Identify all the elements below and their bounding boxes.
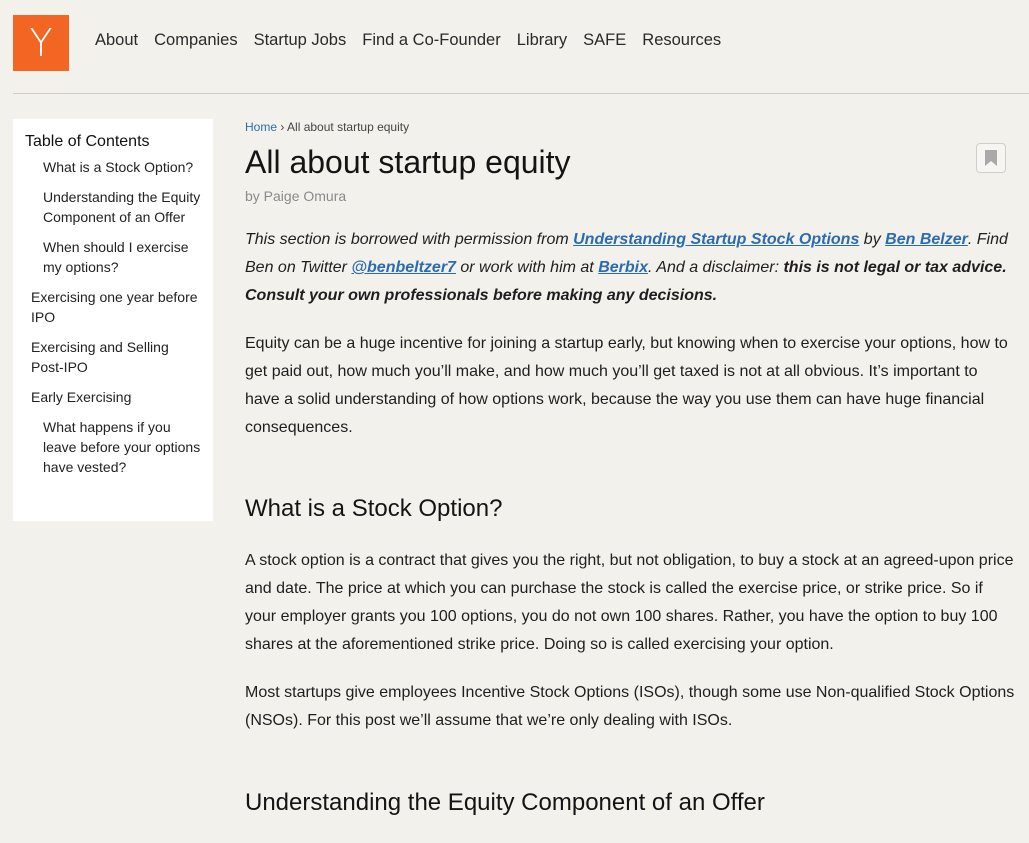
nav-startup-jobs[interactable]: Startup Jobs bbox=[254, 31, 347, 50]
nav-safe[interactable]: SAFE bbox=[583, 31, 626, 50]
toc-item-equity-component[interactable]: Understanding the Equity Component of an… bbox=[25, 187, 201, 227]
page-title: All about startup equity bbox=[245, 144, 571, 180]
nav-library[interactable]: Library bbox=[517, 31, 567, 50]
toc-title: Table of Contents bbox=[25, 133, 150, 150]
toc-item-when-exercise[interactable]: When should I exercise my options? bbox=[25, 237, 201, 277]
paragraph-iso-nso: Most startups give employees Incentive S… bbox=[245, 684, 1015, 729]
nav-companies[interactable]: Companies bbox=[154, 31, 237, 50]
table-of-contents: Table of Contents What is a Stock Option… bbox=[13, 119, 213, 521]
nav-about[interactable]: About bbox=[95, 31, 138, 50]
intro-text-5: . And a disclaimer: bbox=[648, 259, 784, 276]
yc-logo[interactable]: Y bbox=[13, 15, 69, 71]
heading-equity-component: Understanding the Equity Component of an… bbox=[245, 789, 765, 816]
breadcrumb-home[interactable]: Home bbox=[245, 120, 277, 134]
link-twitter-handle[interactable]: @benbeltzer7 bbox=[351, 259, 456, 276]
intro-paragraph: This section is borrowed with permission… bbox=[245, 226, 1015, 310]
link-understanding-startup-stock-options[interactable]: Understanding Startup Stock Options bbox=[573, 231, 859, 248]
heading-what-is-stock-option: What is a Stock Option? bbox=[245, 495, 503, 522]
breadcrumb-separator: › bbox=[280, 120, 285, 134]
intro-text-4: or work with him at bbox=[455, 259, 599, 276]
intro-text-2: by bbox=[859, 231, 886, 248]
toc-item-exercising-selling-post-ipo[interactable]: Exercising and Selling Post-IPO bbox=[25, 337, 201, 377]
intro-text-1: This section is borrowed with permission… bbox=[245, 231, 574, 248]
breadcrumb: Home › All about startup equity bbox=[245, 119, 1015, 135]
toc-item-early-exercising[interactable]: Early Exercising bbox=[25, 387, 201, 407]
author-byline: by Paige Omura bbox=[245, 188, 347, 204]
toc-item-exercising-before-ipo[interactable]: Exercising one year before IPO bbox=[25, 287, 201, 327]
site-header: Y About Companies Startup Jobs Find a Co… bbox=[0, 0, 1029, 94]
link-ben-belzer[interactable]: Ben Belzer bbox=[885, 231, 968, 248]
nav-resources[interactable]: Resources bbox=[642, 31, 721, 50]
nav-find-cofounder[interactable]: Find a Co-Founder bbox=[362, 31, 501, 50]
toc-item-what-is-stock-option[interactable]: What is a Stock Option? bbox=[25, 157, 201, 177]
main-nav: About Companies Startup Jobs Find a Co-F… bbox=[95, 31, 721, 50]
header-divider bbox=[13, 93, 1029, 94]
paragraph-equity-incentive: Equity can be a huge incentive for joini… bbox=[245, 335, 1008, 436]
link-berbix[interactable]: Berbix bbox=[598, 259, 648, 276]
article: Home › All about startup equity All abou… bbox=[245, 119, 1015, 818]
paragraph-stock-option-definition: A stock option is a contract that gives … bbox=[245, 552, 1014, 653]
toc-item-leave-before-vested[interactable]: What happens if you leave before your op… bbox=[25, 417, 201, 477]
breadcrumb-current: All about startup equity bbox=[287, 120, 410, 134]
